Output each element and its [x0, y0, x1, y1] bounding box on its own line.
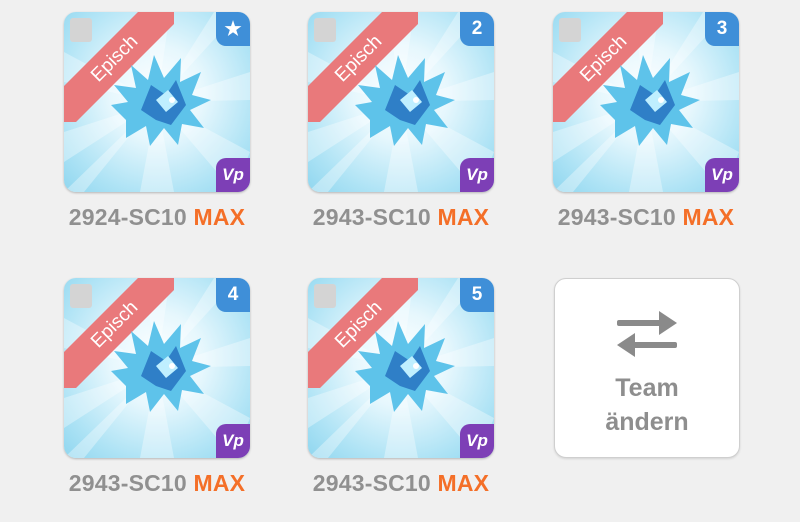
monster-caption: 2943-SC10 MAX	[62, 470, 252, 497]
monster-level: MAX	[437, 470, 490, 496]
document-icon	[314, 18, 336, 42]
creature-sprite	[111, 55, 211, 146]
position-badge: 2	[460, 12, 494, 46]
document-icon	[314, 284, 336, 308]
monster-caption: 2924-SC10 MAX	[62, 204, 252, 231]
monster-caption: 2943-SC10 MAX	[306, 204, 496, 231]
element-icon: Vp	[460, 158, 494, 192]
monster-name: 2924-SC10	[68, 204, 187, 230]
swap-arrows-icon	[617, 311, 677, 357]
change-team-label: Team ändern	[555, 371, 739, 439]
monster-name: 2943-SC10	[312, 470, 431, 496]
element-icon: Vp	[460, 424, 494, 458]
monster-card[interactable]: Episch 2 Vp	[308, 12, 494, 192]
creature-sprite	[600, 55, 700, 146]
position-badge: 3	[705, 12, 739, 46]
monster-caption: 2943-SC10 MAX	[551, 204, 741, 231]
creature-sprite	[111, 321, 211, 412]
position-badge: ★	[216, 12, 250, 46]
creature-sprite	[355, 321, 455, 412]
monster-card[interactable]: Episch ★ Vp	[64, 12, 250, 192]
monster-level: MAX	[193, 470, 246, 496]
monster-slot-3[interactable]: Episch 3 Vp 2943-SC10 MAX	[551, 12, 741, 231]
document-icon	[70, 284, 92, 308]
monster-caption: 2943-SC10 MAX	[306, 470, 496, 497]
monster-card[interactable]: Episch 4 Vp	[64, 278, 250, 458]
position-badge: 5	[460, 278, 494, 312]
creature-sprite	[355, 55, 455, 146]
monster-card[interactable]: Episch 5 Vp	[308, 278, 494, 458]
monster-name: 2943-SC10	[312, 204, 431, 230]
monster-slot-1[interactable]: Episch ★ Vp 2924-SC10 MAX	[62, 12, 252, 231]
element-icon: Vp	[216, 424, 250, 458]
monster-level: MAX	[437, 204, 490, 230]
position-badge: 4	[216, 278, 250, 312]
monster-level: MAX	[193, 204, 246, 230]
monster-level: MAX	[682, 204, 735, 230]
monster-name: 2943-SC10	[557, 204, 676, 230]
element-icon: Vp	[216, 158, 250, 192]
document-icon	[559, 18, 581, 42]
monster-slot-2[interactable]: Episch 2 Vp 2943-SC10 MAX	[306, 12, 496, 231]
monster-name: 2943-SC10	[68, 470, 187, 496]
monster-slot-4[interactable]: Episch 4 Vp 2943-SC10 MAX	[62, 278, 252, 497]
document-icon	[70, 18, 92, 42]
change-team-button[interactable]: Team ändern	[554, 278, 740, 458]
element-icon: Vp	[705, 158, 739, 192]
monster-slot-5[interactable]: Episch 5 Vp 2943-SC10 MAX	[306, 278, 496, 497]
change-team-label-line1: Team	[615, 374, 679, 402]
change-team-label-line2: ändern	[605, 408, 689, 436]
monster-card[interactable]: Episch 3 Vp	[553, 12, 739, 192]
